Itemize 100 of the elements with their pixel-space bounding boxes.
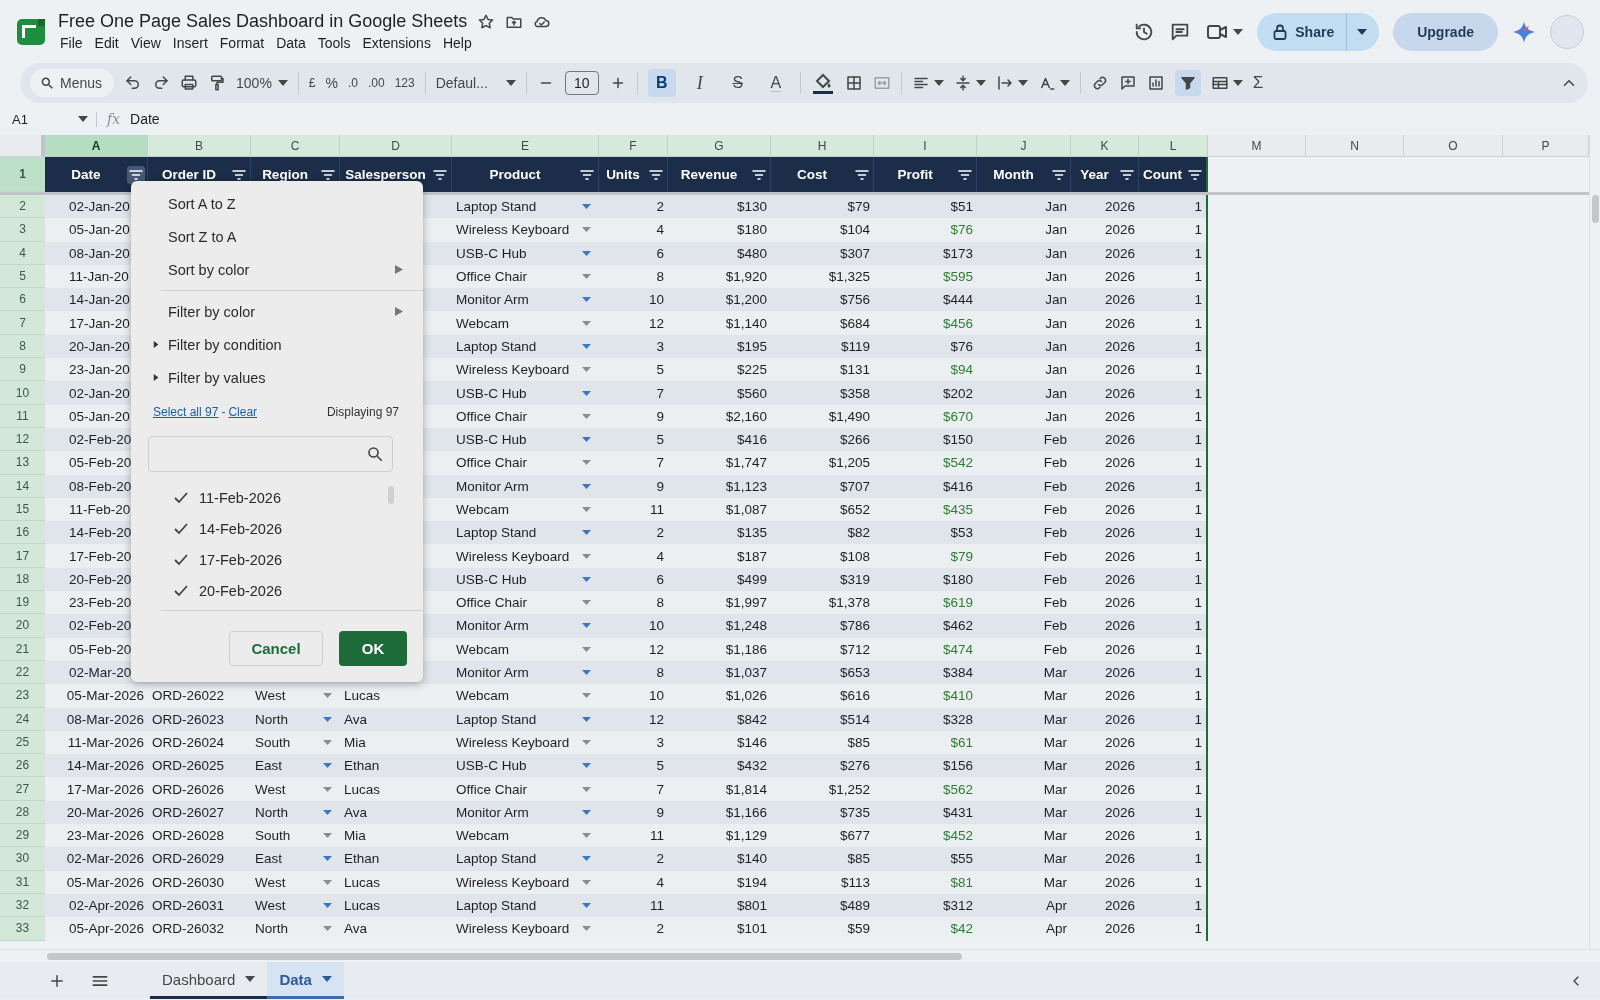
dropdown-caret-icon[interactable]	[582, 809, 591, 815]
column-letter[interactable]: F	[599, 135, 668, 157]
row-number[interactable]: 12	[0, 427, 45, 452]
dropdown-caret-icon[interactable]	[582, 600, 591, 606]
dropdown-caret-icon[interactable]	[582, 623, 591, 629]
row-number[interactable]: 29	[0, 824, 45, 848]
column-letter[interactable]: A	[45, 135, 148, 157]
row-number[interactable]: 18	[0, 567, 45, 592]
dropdown-caret-icon[interactable]	[323, 879, 332, 885]
column-letter[interactable]: I	[874, 135, 977, 157]
check-icon[interactable]	[173, 552, 189, 567]
sheet-tab[interactable]: Data	[267, 962, 344, 999]
dropdown-caret-icon[interactable]	[323, 739, 332, 745]
paint-format-icon[interactable]	[208, 74, 227, 92]
check-icon[interactable]	[173, 490, 189, 505]
column-letter[interactable]: P	[1503, 135, 1589, 157]
functions-button[interactable]: Σ	[1252, 73, 1264, 93]
search-icon[interactable]	[366, 445, 384, 463]
row-number[interactable]: 23	[0, 684, 45, 708]
menu-item[interactable]: Sort Z to A	[131, 220, 423, 253]
name-box[interactable]: A1	[12, 111, 97, 127]
dropdown-caret-icon[interactable]	[323, 809, 332, 815]
dropdown-caret-icon[interactable]	[323, 903, 332, 909]
dropdown-caret-icon[interactable]	[582, 227, 591, 233]
check-icon[interactable]	[173, 583, 189, 598]
row-number[interactable]: 15	[0, 497, 45, 522]
row-number[interactable]: 30	[0, 847, 45, 871]
merge-cells-icon[interactable]	[872, 74, 891, 92]
filter-value-item[interactable]: 17-Feb-2026	[131, 544, 423, 575]
row-number[interactable]: 11	[0, 404, 45, 428]
caret-icon[interactable]	[1233, 28, 1244, 35]
dropdown-caret-icon[interactable]	[582, 833, 591, 839]
decrease-decimal-button[interactable]: .0	[348, 76, 358, 90]
filter-icon[interactable]	[127, 166, 145, 184]
select-all-link[interactable]: Select all 97	[153, 405, 219, 419]
caret-icon[interactable]	[975, 80, 986, 86]
menu-item[interactable]: File	[58, 34, 89, 52]
menu-item[interactable]: Help	[436, 34, 478, 52]
dropdown-caret-icon[interactable]	[582, 879, 591, 885]
font-select[interactable]: Defaul...	[435, 75, 516, 91]
dropdown-caret-icon[interactable]	[582, 437, 591, 443]
menu-item[interactable]: Extensions	[356, 34, 437, 52]
row-number[interactable]: 31	[0, 870, 45, 894]
menu-item[interactable]: Filter by color	[131, 295, 423, 328]
dropdown-caret-icon[interactable]	[582, 576, 591, 582]
strike-button[interactable]: S	[723, 69, 752, 97]
caret-icon[interactable]	[933, 80, 944, 86]
row-number[interactable]: 2	[0, 195, 45, 219]
column-letter[interactable]: J	[977, 135, 1071, 157]
dropdown-caret-icon[interactable]	[582, 483, 591, 489]
dropdown-caret-icon[interactable]	[582, 413, 591, 419]
scrollbar-thumb[interactable]	[47, 953, 962, 960]
row-number[interactable]: 4	[0, 241, 45, 265]
scrollbar-thumb[interactable]	[1592, 195, 1599, 223]
menu-item[interactable]: Edit	[88, 34, 125, 52]
table-icon[interactable]	[1210, 74, 1229, 92]
row-number[interactable]: 5	[0, 264, 45, 289]
dropdown-caret-icon[interactable]	[323, 926, 332, 932]
filter-icon[interactable]	[1178, 74, 1197, 92]
row-number[interactable]: 19	[0, 591, 45, 615]
row-number[interactable]: 26	[0, 754, 45, 778]
clear-link[interactable]: Clear	[228, 405, 258, 419]
dropdown-caret-icon[interactable]	[582, 250, 591, 256]
dropdown-caret-icon[interactable]	[323, 763, 332, 769]
column-letter[interactable]: N	[1306, 135, 1404, 157]
menu-item[interactable]: Filter by condition	[131, 328, 423, 361]
dropdown-caret-icon[interactable]	[582, 646, 591, 652]
row-number[interactable]: 25	[0, 730, 45, 755]
dropdown-caret-icon[interactable]	[582, 530, 591, 536]
color-button[interactable]: A	[761, 69, 790, 97]
cancel-button[interactable]: Cancel	[229, 631, 323, 666]
dropdown-caret-icon[interactable]	[582, 390, 591, 396]
dropdown-caret-icon[interactable]	[582, 856, 591, 862]
check-icon[interactable]	[173, 521, 189, 536]
column-letter[interactable]: K	[1071, 135, 1139, 157]
dropdown-caret-icon[interactable]	[582, 274, 591, 280]
column-letter[interactable]: H	[771, 135, 874, 157]
dropdown-caret-icon[interactable]	[582, 297, 591, 303]
row-number[interactable]: 10	[0, 381, 45, 405]
row-number[interactable]: 20	[0, 614, 45, 638]
row-number[interactable]: 22	[0, 660, 45, 685]
menu-item[interactable]: Format	[213, 34, 271, 52]
dropdown-caret-icon[interactable]	[582, 763, 591, 769]
fill-color-icon[interactable]	[810, 71, 835, 95]
zoom-select[interactable]: 100%	[236, 75, 288, 91]
dropdown-caret-icon[interactable]	[582, 670, 591, 676]
number-format-button[interactable]: 123	[394, 76, 415, 90]
redo-icon[interactable]	[152, 74, 171, 92]
dropdown-caret-icon[interactable]	[323, 856, 332, 862]
dropdown-caret-icon[interactable]	[582, 320, 591, 326]
row-number[interactable]: 3	[0, 218, 45, 242]
ok-button[interactable]: OK	[339, 631, 407, 666]
row-number[interactable]: 32	[0, 893, 45, 918]
column-letter[interactable]: O	[1404, 135, 1503, 157]
column-letter[interactable]: B	[148, 135, 251, 157]
dropdown-caret-icon[interactable]	[582, 343, 591, 349]
sheets-logo[interactable]	[16, 16, 46, 47]
row-number[interactable]: 6	[0, 288, 45, 312]
column-letter[interactable]: C	[251, 135, 340, 157]
dropdown-caret-icon[interactable]	[582, 739, 591, 745]
